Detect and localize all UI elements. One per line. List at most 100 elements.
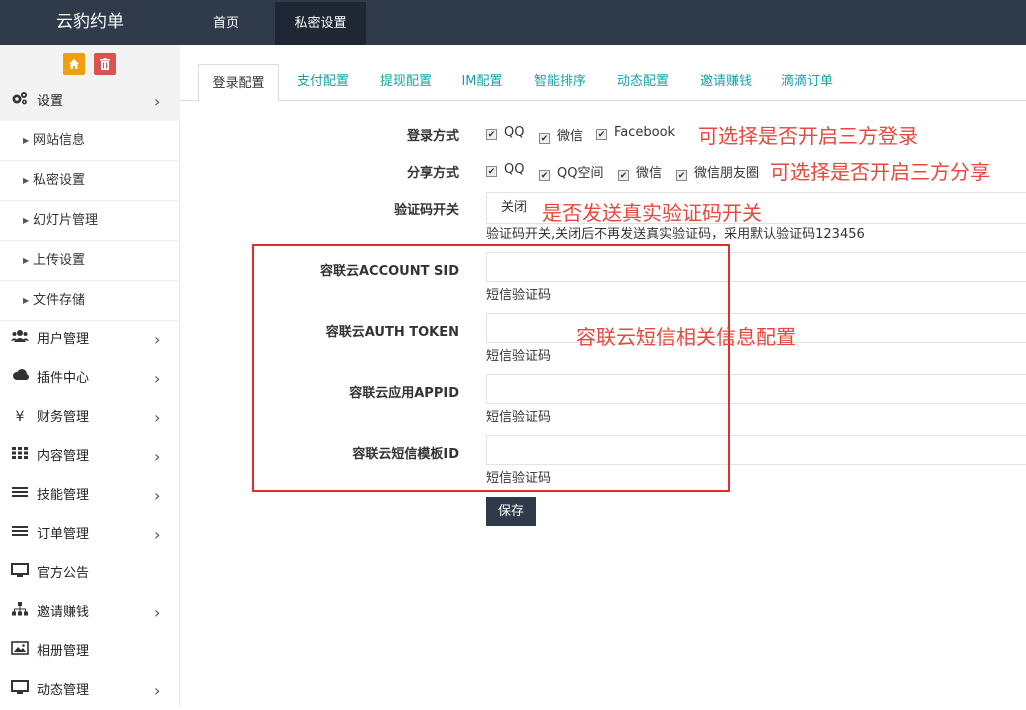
checkbox-checked-icon: ✔ bbox=[486, 129, 497, 140]
sidebar-item-label: 用户管理 bbox=[37, 332, 90, 347]
monitor-icon bbox=[11, 671, 29, 710]
save-button[interactable]: 保存 bbox=[486, 497, 536, 526]
list-icon bbox=[11, 515, 29, 554]
grid-icon bbox=[11, 437, 29, 476]
share-qq-checkbox[interactable]: ✔ QQ bbox=[486, 162, 524, 177]
checkbox-label: QQ bbox=[504, 125, 525, 140]
caret-right-icon: ▶ bbox=[23, 216, 30, 225]
captcha-switch-label: 验证码开关 bbox=[393, 203, 459, 218]
sidebar-item-announcements[interactable]: 官方公告 bbox=[0, 554, 180, 593]
checkbox-label: 微信朋友圈 bbox=[694, 166, 760, 181]
tab-withdraw-config[interactable]: 提现配置 bbox=[367, 63, 445, 101]
sidebar-item-label: 技能管理 bbox=[37, 488, 90, 503]
sidebar-item-plugins[interactable]: 插件中心 › bbox=[0, 359, 180, 398]
home-button[interactable] bbox=[63, 53, 85, 75]
sidebar-sub-upload[interactable]: ▶ 上传设置 bbox=[0, 241, 180, 281]
picture-icon bbox=[11, 632, 29, 671]
home-icon bbox=[69, 59, 79, 69]
login-wechat-checkbox[interactable]: ✔ 微信 bbox=[539, 125, 583, 144]
checkbox-label: QQ空间 bbox=[557, 166, 604, 181]
sitemap-icon bbox=[11, 593, 29, 632]
sidebar-toolbar bbox=[0, 45, 180, 85]
tab-payment-config[interactable]: 支付配置 bbox=[284, 63, 362, 101]
sidebar-item-moments[interactable]: 动态管理 › bbox=[0, 671, 180, 710]
sidebar-item-settings[interactable]: 设置 › bbox=[0, 82, 180, 121]
login-facebook-checkbox[interactable]: ✔ Facebook bbox=[596, 125, 675, 140]
chevron-right-icon: › bbox=[154, 486, 161, 505]
chevron-right-icon: › bbox=[154, 369, 161, 388]
tab-im-config[interactable]: IM配置 bbox=[450, 63, 514, 101]
sidebar-sub-label: 上传设置 bbox=[33, 253, 86, 268]
brand-logo: 云豹约单 bbox=[56, 12, 124, 32]
sidebar-item-skills[interactable]: 技能管理 › bbox=[0, 476, 180, 515]
sidebar-item-label: 邀请赚钱 bbox=[37, 605, 90, 620]
tab-login-config[interactable]: 登录配置 bbox=[198, 64, 279, 102]
sidebar-item-album[interactable]: 相册管理 bbox=[0, 632, 180, 671]
tab-moments-config[interactable]: 动态配置 bbox=[604, 63, 682, 101]
share-wechat-checkbox[interactable]: ✔ 微信 bbox=[618, 162, 662, 181]
annotation-captcha: 是否发送真实验证码开关 bbox=[542, 201, 762, 225]
sidebar-item-label: 内容管理 bbox=[37, 449, 90, 464]
caret-right-icon: ▶ bbox=[23, 136, 30, 145]
trash-button[interactable] bbox=[94, 53, 116, 75]
checkbox-checked-icon: ✔ bbox=[539, 133, 550, 144]
sidebar-item-users[interactable]: 用户管理 › bbox=[0, 320, 180, 359]
annotation-share: 可选择是否开启三方分享 bbox=[770, 160, 990, 184]
chevron-right-icon: › bbox=[154, 603, 161, 622]
checkbox-label: 微信 bbox=[636, 166, 663, 181]
checkbox-checked-icon: ✔ bbox=[539, 170, 550, 181]
sidebar-item-content[interactable]: 内容管理 › bbox=[0, 437, 180, 476]
top-navbar: 云豹约单 首页 私密设置 bbox=[0, 0, 1026, 45]
sidebar-item-label: 财务管理 bbox=[37, 410, 90, 425]
chevron-right-icon: › bbox=[154, 408, 161, 427]
tab-smart-sort[interactable]: 智能排序 bbox=[522, 63, 598, 101]
checkbox-label: Facebook bbox=[614, 125, 676, 140]
monitor-icon bbox=[11, 554, 29, 593]
list-icon bbox=[11, 476, 29, 515]
annotation-login: 可选择是否开启三方登录 bbox=[698, 124, 918, 148]
users-icon bbox=[11, 320, 29, 359]
trash-icon bbox=[100, 58, 110, 70]
sidebar-sub-label: 幻灯片管理 bbox=[33, 213, 99, 228]
captcha-help-text: 验证码开关,关闭后不再发送真实验证码，采用默认验证码123456 bbox=[486, 227, 865, 242]
chevron-right-icon: › bbox=[154, 447, 161, 466]
sidebar-sub-privacy[interactable]: ▶ 私密设置 bbox=[0, 161, 180, 201]
sidebar-sub-slides[interactable]: ▶ 幻灯片管理 bbox=[0, 201, 180, 241]
sidebar-item-label: 订单管理 bbox=[37, 527, 90, 542]
cloud-icon bbox=[11, 359, 29, 398]
sidebar-item-label: 插件中心 bbox=[37, 371, 90, 386]
tab-didi-order[interactable]: 滴滴订单 bbox=[770, 63, 844, 101]
caret-right-icon: ▶ bbox=[23, 296, 30, 305]
config-tabs: 登录配置 支付配置 提现配置 IM配置 智能排序 动态配置 邀请赚钱 滴滴订单 bbox=[180, 45, 1026, 102]
share-qzone-checkbox[interactable]: ✔ QQ空间 bbox=[539, 162, 603, 181]
sidebar-item-orders[interactable]: 订单管理 › bbox=[0, 515, 180, 554]
share-moments-checkbox[interactable]: ✔ 微信朋友圈 bbox=[676, 162, 759, 181]
sidebar-sub-site-info[interactable]: ▶ 网站信息 bbox=[0, 121, 180, 161]
sidebar-item-label: 设置 bbox=[37, 94, 64, 109]
checkbox-checked-icon: ✔ bbox=[596, 129, 607, 140]
sidebar-sub-label: 私密设置 bbox=[33, 173, 86, 188]
chevron-right-icon: › bbox=[154, 330, 161, 349]
tab-invite-earn[interactable]: 邀请赚钱 bbox=[687, 63, 765, 101]
yen-icon: ¥ bbox=[15, 409, 25, 425]
sidebar-sub-label: 文件存储 bbox=[33, 293, 86, 308]
sidebar-item-invite[interactable]: 邀请赚钱 › bbox=[0, 593, 180, 632]
checkbox-checked-icon: ✔ bbox=[676, 170, 687, 181]
nav-home[interactable]: 首页 bbox=[183, 2, 269, 45]
share-method-label: 分享方式 bbox=[406, 166, 459, 181]
checkbox-label: QQ bbox=[504, 162, 525, 177]
sidebar-item-label: 相册管理 bbox=[37, 644, 90, 659]
caret-right-icon: ▶ bbox=[23, 176, 30, 185]
chevron-right-icon: › bbox=[154, 525, 161, 544]
sidebar-sub-storage[interactable]: ▶ 文件存储 bbox=[0, 281, 180, 321]
sidebar-sub-label: 网站信息 bbox=[33, 133, 86, 148]
sidebar-item-finance[interactable]: ¥ 财务管理 › bbox=[0, 398, 180, 437]
annotation-highlight-box bbox=[252, 244, 730, 492]
sidebar-item-label: 动态管理 bbox=[37, 683, 90, 698]
login-qq-checkbox[interactable]: ✔ QQ bbox=[486, 125, 524, 140]
sidebar-item-label: 官方公告 bbox=[37, 566, 90, 581]
checkbox-checked-icon: ✔ bbox=[486, 166, 497, 177]
gears-icon bbox=[11, 82, 29, 121]
nav-privacy-settings[interactable]: 私密设置 bbox=[275, 2, 366, 45]
checkbox-checked-icon: ✔ bbox=[618, 170, 629, 181]
